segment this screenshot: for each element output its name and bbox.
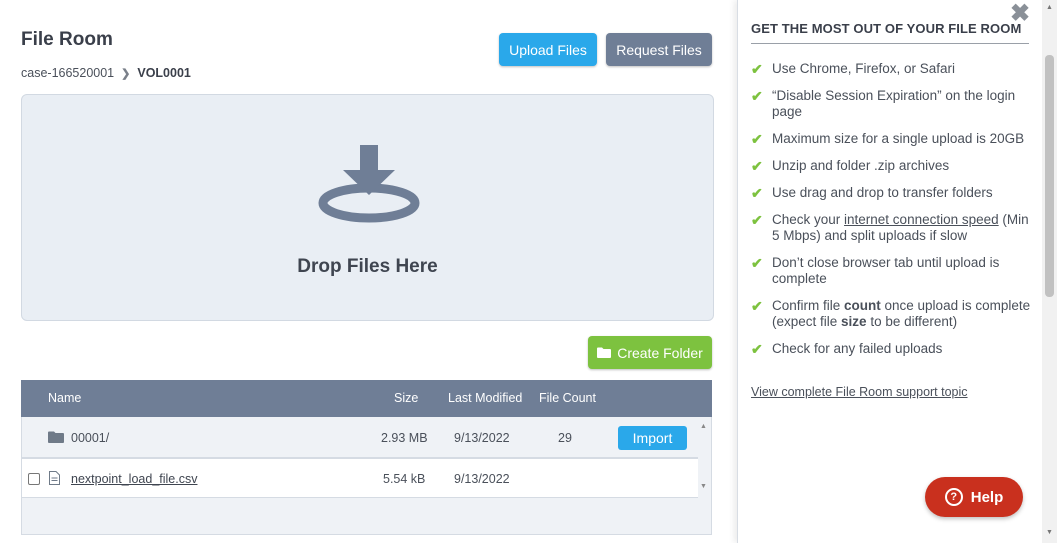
row-checkbox[interactable] [28, 473, 40, 485]
folder-icon [597, 347, 612, 358]
upload-files-button[interactable]: Upload Files [499, 33, 597, 66]
row-size: 2.93 MB [381, 431, 428, 445]
chevron-right-icon: ❯ [121, 67, 131, 80]
tips-list: ✔ Use Chrome, Firefox, or Safari ✔ “Disabl… [751, 61, 1031, 368]
request-files-button[interactable]: Request Files [606, 33, 712, 66]
folder-icon [48, 431, 64, 443]
import-button[interactable]: Import [618, 426, 687, 450]
breadcrumb-parent[interactable]: case-166520001 [21, 66, 114, 80]
create-folder-button[interactable]: Create Folder [588, 336, 712, 369]
row-name[interactable]: 00001/ [71, 431, 109, 445]
row-last-modified: 9/13/2022 [454, 472, 510, 486]
drop-zone[interactable]: Drop Files Here [21, 94, 714, 321]
check-icon: ✔ [751, 212, 763, 228]
page-title: File Room [21, 29, 113, 50]
table-row[interactable]: nextpoint_load_file.csv 5.54 kB 9/13/202… [22, 459, 698, 498]
column-header-size[interactable]: Size [394, 391, 418, 405]
panel-title: GET THE MOST OUT OF YOUR FILE ROOM [751, 21, 1022, 36]
tip-item: ✔ Don’t close browser tab until upload is… [751, 255, 1000, 286]
file-icon [49, 471, 60, 485]
page-scrollbar[interactable]: ▲ ▼ [1042, 0, 1057, 543]
column-header-last-modified[interactable]: Last Modified [448, 391, 522, 405]
tip-item: ✔ Confirm file count once upload is compl… [751, 298, 1031, 329]
check-icon: ✔ [751, 185, 763, 201]
table-row[interactable]: 00001/ 2.93 MB 9/13/2022 29 Import [22, 417, 698, 459]
table-scrollbar[interactable]: ▲ ▼ [697, 417, 711, 497]
breadcrumb-current: VOL0001 [137, 66, 191, 80]
create-folder-label: Create Folder [617, 344, 703, 361]
row-name[interactable]: nextpoint_load_file.csv [71, 472, 197, 486]
tip-item: ✔ Maximum size for a single upload is 20G… [751, 131, 1025, 147]
scroll-up-icon[interactable]: ▲ [1046, 4, 1053, 11]
scroll-down-icon[interactable]: ▼ [700, 483, 707, 490]
check-icon: ✔ [751, 158, 763, 174]
tip-item: ✔ Check for any failed uploads [751, 341, 943, 357]
scroll-down-icon[interactable]: ▼ [1046, 529, 1053, 536]
scroll-up-icon[interactable]: ▲ [700, 423, 707, 430]
breadcrumb: case-166520001 ❯ VOL0001 [21, 66, 191, 80]
check-icon: ✔ [751, 341, 763, 357]
scrollbar-thumb[interactable] [1045, 55, 1054, 297]
row-last-modified: 9/13/2022 [454, 431, 510, 445]
column-header-file-count[interactable]: File Count [539, 391, 596, 405]
table-body: 00001/ 2.93 MB 9/13/2022 29 Import nextp… [21, 417, 712, 535]
check-icon: ✔ [751, 255, 763, 271]
question-icon: ? [944, 488, 963, 506]
internet-speed-link[interactable]: internet connection speed [844, 212, 999, 227]
drop-zone-label: Drop Files Here [297, 256, 438, 277]
support-topic-link[interactable]: View complete File Room support topic [751, 385, 968, 399]
download-tray-icon [318, 145, 420, 223]
row-file-count: 29 [558, 431, 572, 445]
column-header-name[interactable]: Name [48, 391, 81, 405]
panel-divider [751, 43, 1029, 44]
check-icon: ✔ [751, 298, 763, 314]
check-icon: ✔ [751, 88, 763, 104]
tip-item: ✔ “Disable Session Expiration” on the log… [751, 88, 1016, 119]
help-button[interactable]: ? Help [925, 477, 1023, 517]
files-table: Name Size Last Modified File Count 00001… [21, 380, 712, 535]
tips-panel: ✖ GET THE MOST OUT OF YOUR FILE ROOM ✔ Us… [737, 0, 1057, 543]
table-header: Name Size Last Modified File Count [21, 380, 712, 417]
tip-item: ✔ Check your internet connection speed (M… [751, 212, 1029, 243]
check-icon: ✔ [751, 61, 763, 77]
check-icon: ✔ [751, 131, 763, 147]
tip-item: ✔ Unzip and folder .zip archives [751, 158, 950, 174]
help-label: Help [970, 488, 1004, 506]
row-size: 5.54 kB [383, 472, 426, 486]
tip-item: ✔ Use drag and drop to transfer folders [751, 185, 993, 201]
tip-item: ✔ Use Chrome, Firefox, or Safari [751, 61, 956, 77]
